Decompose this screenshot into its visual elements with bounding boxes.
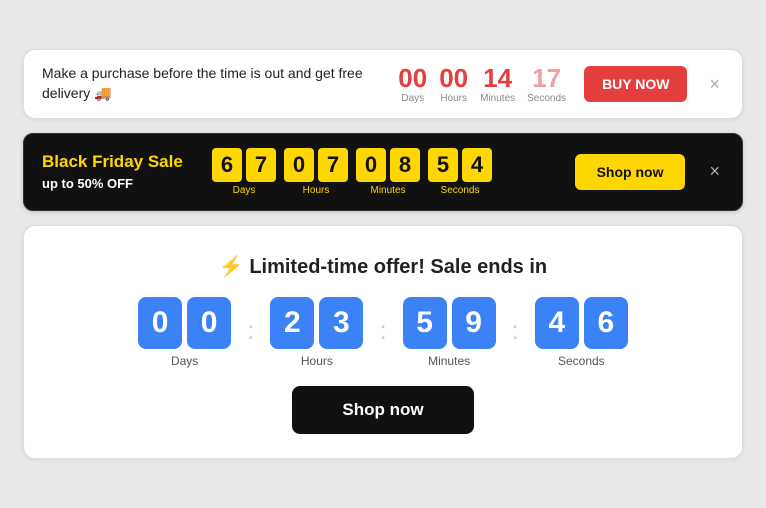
seconds-label: Seconds bbox=[527, 93, 566, 104]
bf-shop-button[interactable]: Shop now bbox=[575, 154, 686, 190]
buy-now-button[interactable]: BUY NOW bbox=[584, 66, 687, 102]
bf-minutes-d1: 0 bbox=[356, 148, 386, 182]
delivery-close-button[interactable]: × bbox=[705, 74, 724, 95]
limited-days: 0 0 Days bbox=[138, 297, 231, 368]
bf-countdown: 6 7 Days 0 7 Hours 0 8 Minutes 5 4 Secon… bbox=[212, 148, 492, 196]
lightning-icon: ⚡ bbox=[219, 256, 244, 278]
limited-seconds: 4 6 Seconds bbox=[535, 297, 628, 368]
limited-title-text: Limited-time offer! Sale ends in bbox=[249, 256, 547, 278]
limited-days-d1: 0 bbox=[138, 297, 182, 349]
limited-seconds-d2: 6 bbox=[584, 297, 628, 349]
hours-value: 00 bbox=[439, 65, 468, 91]
limited-minutes-d1: 5 bbox=[403, 297, 447, 349]
blackfriday-banner: Black Friday Sale up to 50% OFF 6 7 Days… bbox=[23, 133, 743, 211]
delivery-banner: Make a purchase before the time is out a… bbox=[23, 49, 743, 118]
bf-hours-d1: 0 bbox=[284, 148, 314, 182]
minutes-value: 14 bbox=[483, 65, 512, 91]
limited-shop-button[interactable]: Shop now bbox=[292, 386, 473, 434]
limited-banner: ⚡ Limited-time offer! Sale ends in 0 0 D… bbox=[23, 225, 743, 459]
limited-minutes-d2: 9 bbox=[452, 297, 496, 349]
bf-seconds-label: Seconds bbox=[441, 185, 480, 196]
bf-days: 6 7 Days bbox=[212, 148, 276, 196]
separator-2: : bbox=[379, 315, 386, 368]
separator-3: : bbox=[512, 315, 519, 368]
bf-seconds-d2: 4 bbox=[462, 148, 492, 182]
days-value: 00 bbox=[398, 65, 427, 91]
bf-days-d2: 7 bbox=[246, 148, 276, 182]
limited-minutes-digits: 5 9 bbox=[403, 297, 496, 349]
bf-close-button[interactable]: × bbox=[705, 161, 724, 182]
limited-minutes-label: Minutes bbox=[428, 354, 470, 368]
bf-days-label: Days bbox=[233, 185, 256, 196]
limited-hours-digits: 2 3 bbox=[270, 297, 363, 349]
bf-minutes-d2: 8 bbox=[390, 148, 420, 182]
delivery-text: Make a purchase before the time is out a… bbox=[42, 64, 380, 103]
minutes-label: Minutes bbox=[480, 93, 515, 104]
minutes-unit: 14 Minutes bbox=[480, 65, 515, 104]
limited-countdown: 0 0 Days : 2 3 Hours : 5 9 Minutes : 4 6 bbox=[138, 297, 628, 368]
bf-title-block: Black Friday Sale up to 50% OFF bbox=[42, 152, 192, 190]
hours-unit: 00 Hours bbox=[439, 65, 468, 104]
bf-days-digits: 6 7 bbox=[212, 148, 276, 182]
bf-title: Black Friday Sale bbox=[42, 152, 192, 172]
limited-hours-d1: 2 bbox=[270, 297, 314, 349]
bf-days-d1: 6 bbox=[212, 148, 242, 182]
bf-hours-digits: 0 7 bbox=[284, 148, 348, 182]
limited-hours-d2: 3 bbox=[319, 297, 363, 349]
limited-seconds-digits: 4 6 bbox=[535, 297, 628, 349]
limited-hours: 2 3 Hours bbox=[270, 297, 363, 368]
limited-minutes: 5 9 Minutes bbox=[403, 297, 496, 368]
bf-minutes-label: Minutes bbox=[370, 185, 405, 196]
bf-seconds-d1: 5 bbox=[428, 148, 458, 182]
hours-label: Hours bbox=[440, 93, 467, 104]
bf-hours: 0 7 Hours bbox=[284, 148, 348, 196]
limited-days-digits: 0 0 bbox=[138, 297, 231, 349]
days-unit: 00 Days bbox=[398, 65, 427, 104]
bf-subtitle: up to 50% OFF bbox=[42, 176, 192, 191]
bf-minutes: 0 8 Minutes bbox=[356, 148, 420, 196]
limited-days-d2: 0 bbox=[187, 297, 231, 349]
days-label: Days bbox=[401, 93, 424, 104]
seconds-value: 17 bbox=[532, 65, 561, 91]
limited-hours-label: Hours bbox=[301, 354, 333, 368]
bf-seconds-digits: 5 4 bbox=[428, 148, 492, 182]
seconds-unit: 17 Seconds bbox=[527, 65, 566, 104]
limited-title: ⚡ Limited-time offer! Sale ends in bbox=[219, 254, 547, 279]
bf-seconds: 5 4 Seconds bbox=[428, 148, 492, 196]
bf-hours-label: Hours bbox=[303, 185, 330, 196]
bf-minutes-digits: 0 8 bbox=[356, 148, 420, 182]
limited-seconds-label: Seconds bbox=[558, 354, 605, 368]
delivery-countdown: 00 Days 00 Hours 14 Minutes 17 Seconds bbox=[398, 65, 566, 104]
limited-seconds-d1: 4 bbox=[535, 297, 579, 349]
bf-hours-d2: 7 bbox=[318, 148, 348, 182]
limited-days-label: Days bbox=[171, 354, 198, 368]
separator-1: : bbox=[247, 315, 254, 368]
